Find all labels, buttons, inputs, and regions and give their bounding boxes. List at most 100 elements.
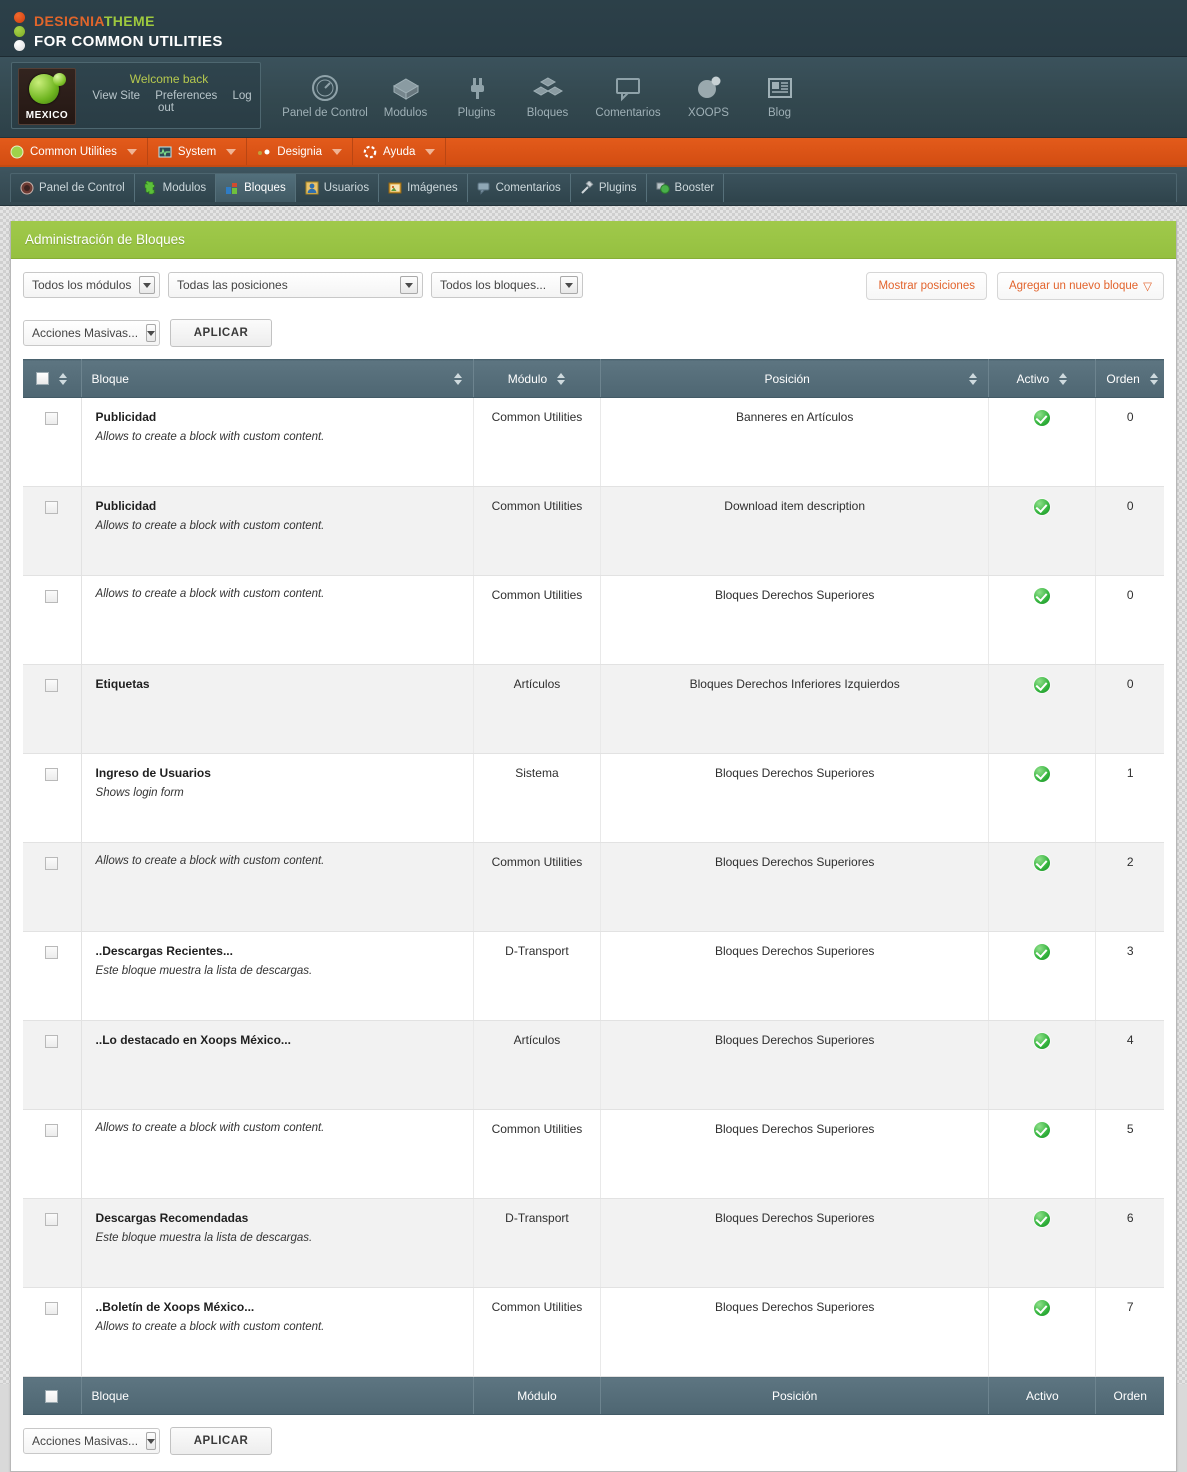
tab-usuarios[interactable]: Usuarios	[296, 174, 379, 202]
blocks-select[interactable]: Todos los bloques...	[431, 272, 583, 298]
table-row[interactable]: Descargas RecomendadasEste bloque muestr…	[23, 1199, 1164, 1288]
row-select-cell[interactable]	[23, 1288, 81, 1377]
row-select-cell[interactable]	[23, 576, 81, 665]
th-orden[interactable]: Orden	[1096, 360, 1164, 398]
menu-designia[interactable]: Designia	[247, 138, 353, 165]
bulk-actions-select-top[interactable]: Acciones Masivas...	[23, 320, 160, 346]
sort-icon[interactable]	[557, 372, 566, 386]
preferences-link[interactable]: Preferences	[155, 90, 217, 102]
th-bloque[interactable]: Bloque	[81, 360, 473, 398]
block-title[interactable]: ..Lo destacado en Xoops México...	[96, 1033, 463, 1047]
menu-system[interactable]: System	[148, 138, 247, 165]
status-active-icon[interactable]	[1034, 766, 1050, 782]
row-select-cell[interactable]	[23, 1199, 81, 1288]
table-row[interactable]: PublicidadAllows to create a block with …	[23, 398, 1164, 487]
tab-modulos[interactable]: Modulos	[135, 174, 216, 202]
th-modulo[interactable]: Módulo	[473, 360, 600, 398]
status-active-icon[interactable]	[1034, 944, 1050, 960]
th-select-all[interactable]	[23, 360, 81, 398]
cell-activo[interactable]	[989, 754, 1096, 843]
cell-activo[interactable]	[989, 932, 1096, 1021]
cell-activo[interactable]	[989, 1021, 1096, 1110]
topnav-panel-de-control[interactable]: Panel de Control	[280, 57, 370, 119]
tab-booster[interactable]: Booster	[647, 174, 725, 202]
status-active-icon[interactable]	[1034, 855, 1050, 871]
row-checkbox[interactable]	[45, 590, 58, 603]
status-active-icon[interactable]	[1034, 588, 1050, 604]
row-select-cell[interactable]	[23, 932, 81, 1021]
view-site-link[interactable]: View Site	[92, 90, 140, 102]
tab-bloques[interactable]: Bloques	[216, 174, 296, 202]
cell-activo[interactable]	[989, 1288, 1096, 1377]
row-checkbox[interactable]	[45, 1035, 58, 1048]
table-row[interactable]: ..Boletín de Xoops México...Allows to cr…	[23, 1288, 1164, 1377]
tab-plugins[interactable]: Plugins	[571, 174, 647, 202]
topnav-modulos[interactable]: Modulos	[370, 57, 441, 119]
status-active-icon[interactable]	[1034, 677, 1050, 693]
tab-panel-de-control[interactable]: Panel de Control	[11, 174, 135, 202]
row-checkbox[interactable]	[45, 501, 58, 514]
topnav-comentarios[interactable]: Comentarios	[583, 57, 673, 119]
block-title[interactable]: Descargas Recomendadas	[96, 1211, 463, 1225]
row-checkbox[interactable]	[45, 679, 58, 692]
table-row[interactable]: Ingreso de UsuariosShows login formSiste…	[23, 754, 1164, 843]
select-all-checkbox[interactable]	[36, 372, 49, 385]
status-active-icon[interactable]	[1034, 499, 1050, 515]
table-row[interactable]: EtiquetasArtículosBloques Derechos Infer…	[23, 665, 1164, 754]
table-row[interactable]: ..Descargas Recientes...Este bloque mues…	[23, 932, 1164, 1021]
cell-activo[interactable]	[989, 1199, 1096, 1288]
show-positions-button[interactable]: Mostrar posiciones	[866, 272, 987, 300]
block-title[interactable]: Publicidad	[96, 410, 463, 424]
row-select-cell[interactable]	[23, 754, 81, 843]
status-active-icon[interactable]	[1034, 1211, 1050, 1227]
menu-ayuda[interactable]: Ayuda	[353, 138, 446, 165]
status-active-icon[interactable]	[1034, 1300, 1050, 1316]
sort-icon[interactable]	[1150, 372, 1154, 386]
table-row[interactable]: Allows to create a block with custom con…	[23, 843, 1164, 932]
table-row[interactable]: Allows to create a block with custom con…	[23, 576, 1164, 665]
row-checkbox[interactable]	[45, 946, 58, 959]
th-activo[interactable]: Activo	[989, 360, 1096, 398]
cell-activo[interactable]	[989, 843, 1096, 932]
block-title[interactable]: Ingreso de Usuarios	[96, 766, 463, 780]
block-title[interactable]: ..Descargas Recientes...	[96, 944, 463, 958]
cell-activo[interactable]	[989, 487, 1096, 576]
row-checkbox[interactable]	[45, 1302, 58, 1315]
block-title[interactable]: ..Boletín de Xoops México...	[96, 1300, 463, 1314]
row-checkbox[interactable]	[45, 1213, 58, 1226]
sort-icon[interactable]	[454, 372, 463, 386]
topnav-bloques[interactable]: Bloques	[512, 57, 583, 119]
sort-icon[interactable]	[1059, 372, 1068, 386]
row-select-cell[interactable]	[23, 1110, 81, 1199]
menu-common-utilities[interactable]: Common Utilities	[0, 138, 148, 165]
tab-comentarios[interactable]: Comentarios	[468, 174, 571, 202]
bulk-actions-select-bottom[interactable]: Acciones Masivas...	[23, 1428, 160, 1454]
apply-button-top[interactable]: APLICAR	[170, 319, 272, 347]
row-checkbox[interactable]	[45, 1124, 58, 1137]
modules-select[interactable]: Todos los módulos	[23, 272, 160, 298]
row-select-cell[interactable]	[23, 843, 81, 932]
block-title[interactable]: Publicidad	[96, 499, 463, 513]
cell-activo[interactable]	[989, 1110, 1096, 1199]
apply-button-bottom[interactable]: APLICAR	[170, 1427, 272, 1455]
row-checkbox[interactable]	[45, 857, 58, 870]
row-select-cell[interactable]	[23, 1021, 81, 1110]
cell-activo[interactable]	[989, 665, 1096, 754]
status-active-icon[interactable]	[1034, 410, 1050, 426]
status-active-icon[interactable]	[1034, 1033, 1050, 1049]
sort-icon[interactable]	[969, 372, 978, 386]
table-row[interactable]: ..Lo destacado en Xoops México...Artícul…	[23, 1021, 1164, 1110]
select-all-checkbox-footer[interactable]	[45, 1390, 58, 1403]
row-checkbox[interactable]	[45, 768, 58, 781]
status-active-icon[interactable]	[1034, 1122, 1050, 1138]
block-title[interactable]: Etiquetas	[96, 677, 463, 691]
tf-select-all[interactable]	[23, 1377, 81, 1415]
topnav-xoops[interactable]: XOOPS	[673, 57, 744, 119]
cell-activo[interactable]	[989, 576, 1096, 665]
add-new-block-button[interactable]: Agregar un nuevo bloque ▽	[997, 272, 1164, 300]
topnav-plugins[interactable]: Plugins	[441, 57, 512, 119]
th-posicion[interactable]: Posición	[601, 360, 989, 398]
tab-imagenes[interactable]: Imágenes	[379, 174, 468, 202]
topnav-blog[interactable]: Blog	[744, 57, 815, 119]
sort-icon[interactable]	[59, 372, 68, 386]
